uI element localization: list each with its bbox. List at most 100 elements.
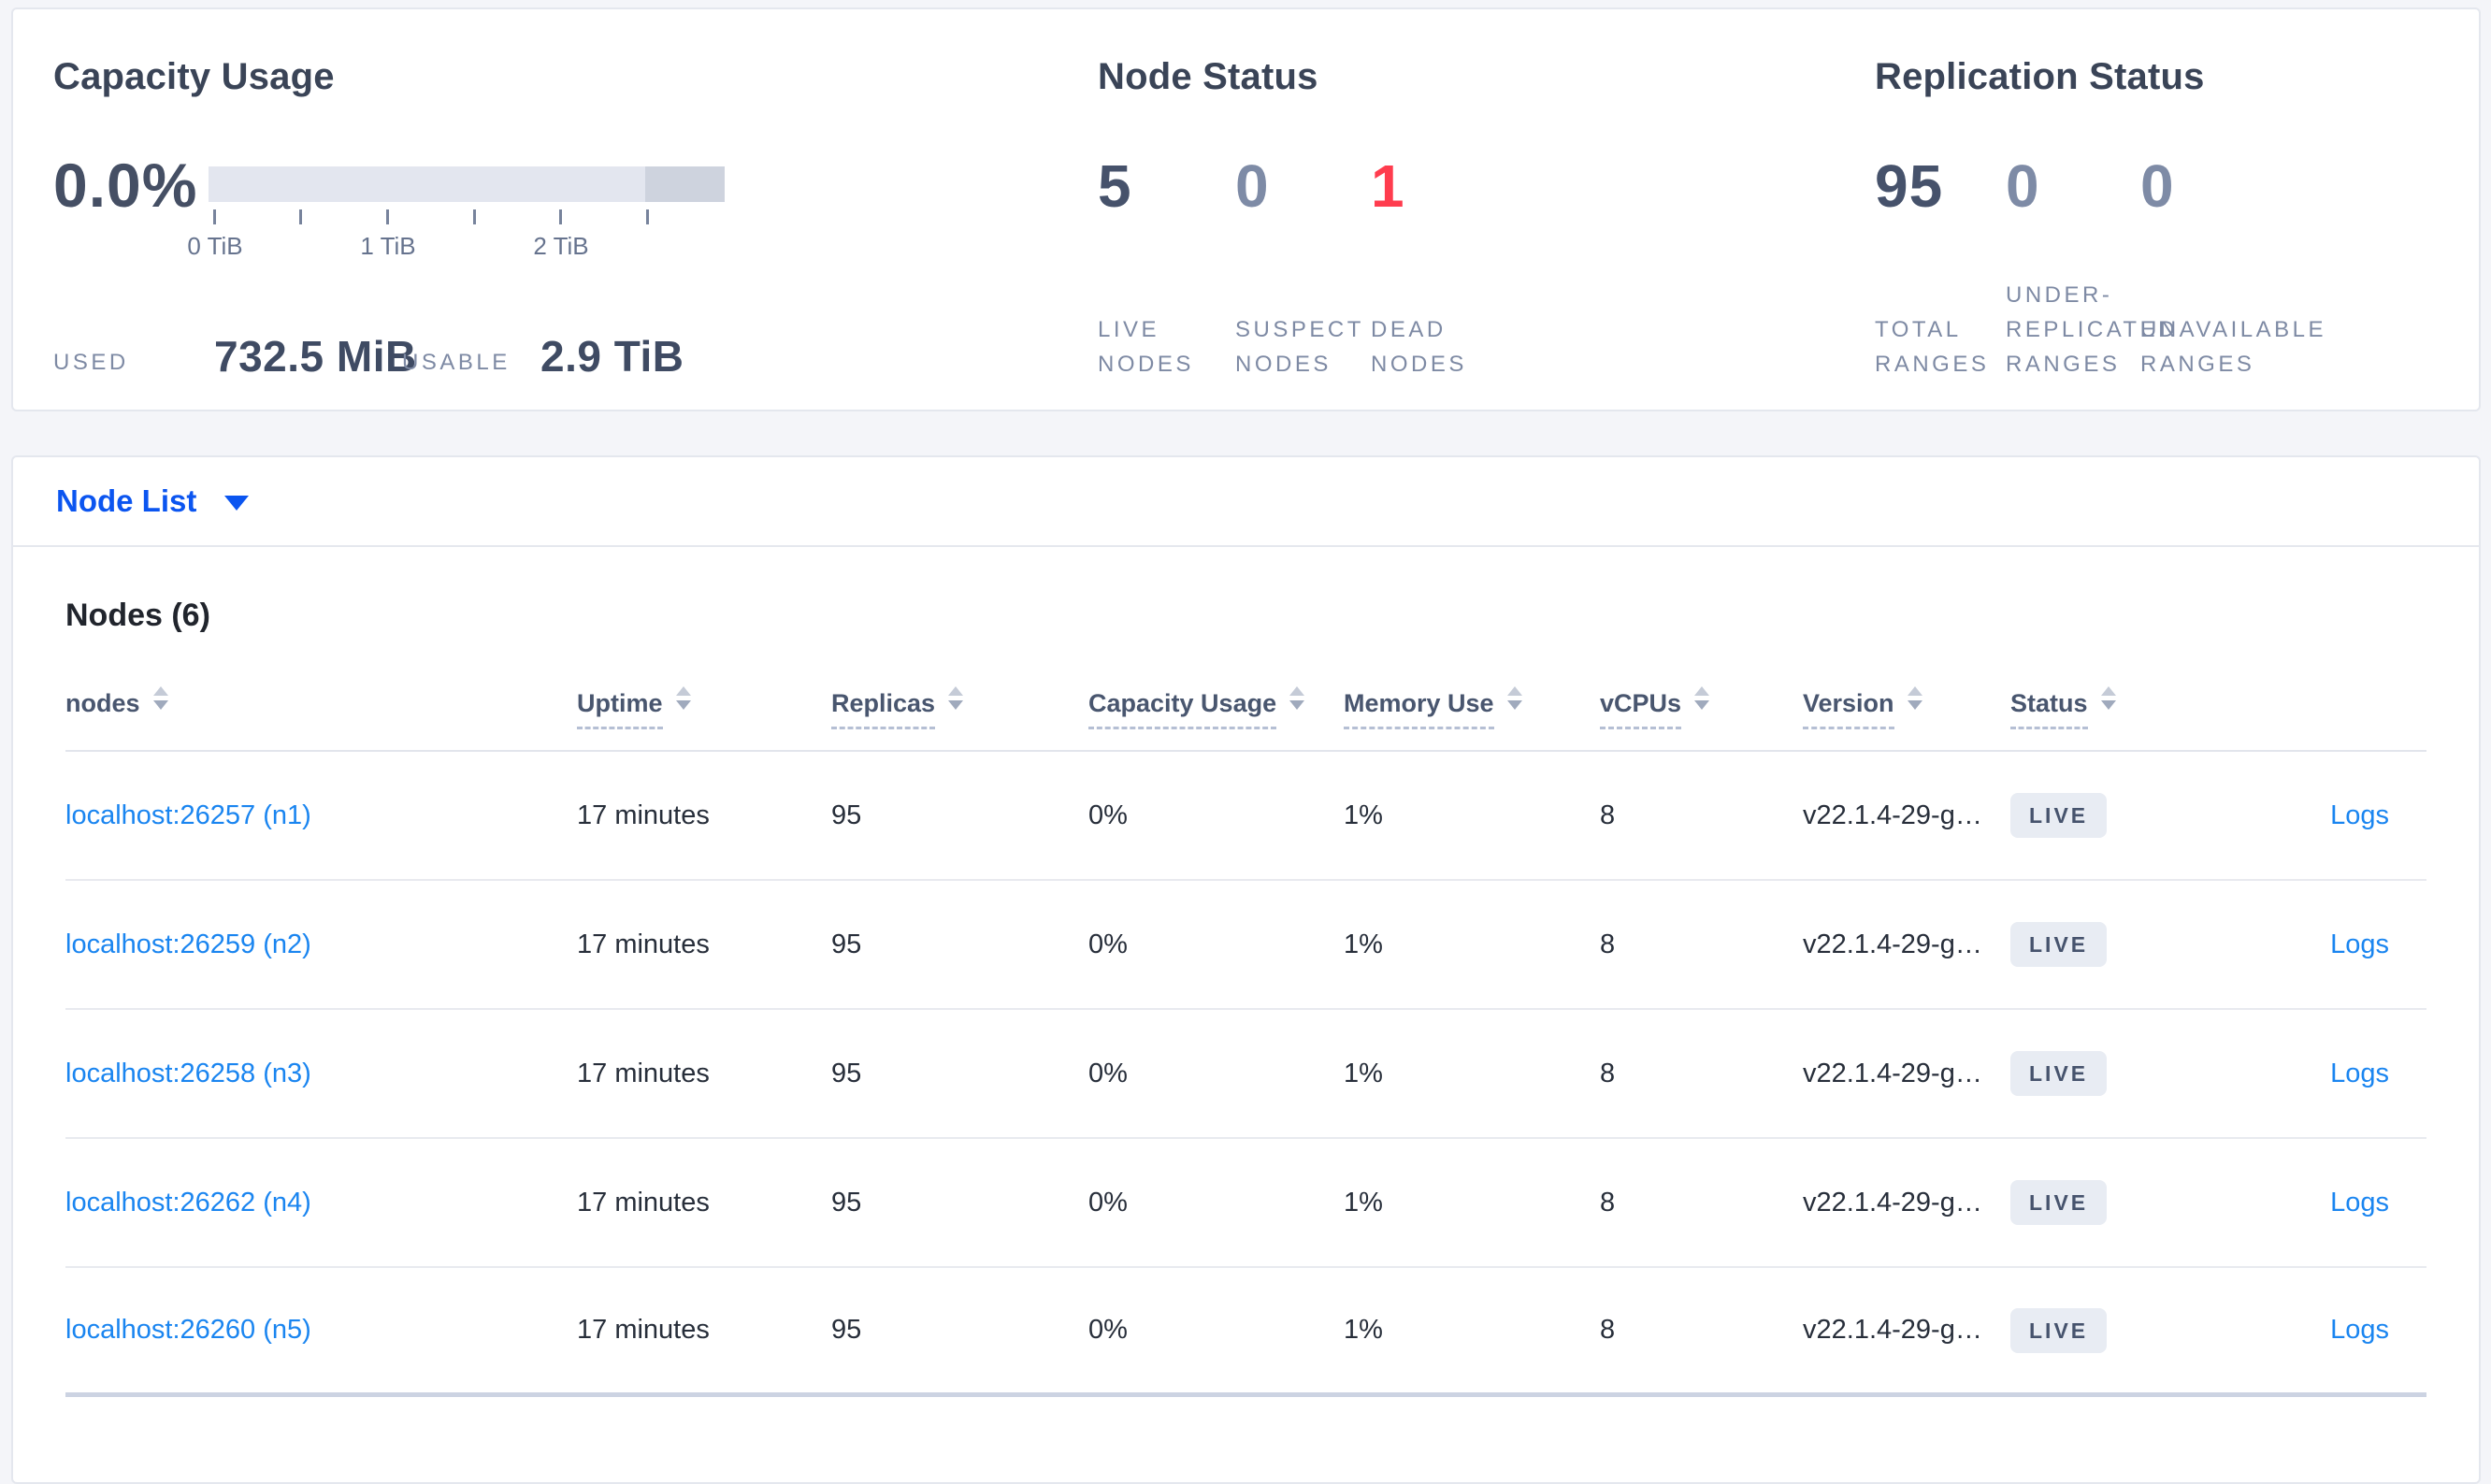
version-cell: v22.1.4-29-g… <box>1803 1187 1982 1217</box>
vcpus-cell: 8 <box>1600 1315 1616 1345</box>
sort-icon <box>152 686 168 710</box>
capacity-used-percent: 0.0% <box>53 151 198 220</box>
status-badge: LIVE <box>2010 1307 2108 1353</box>
axis-tick <box>213 209 216 224</box>
column-header-status[interactable]: Status <box>2010 686 2225 729</box>
logs-link[interactable]: Logs <box>2330 1188 2389 1217</box>
column-header-version[interactable]: Version <box>1803 686 2010 729</box>
sort-icon <box>1506 686 1522 710</box>
view-selector-bar: Node List <box>13 457 2479 547</box>
sort-icon <box>675 686 691 710</box>
capacity-cell: 0% <box>1088 800 1128 830</box>
column-header-capacity-usage[interactable]: Capacity Usage <box>1088 686 1344 729</box>
live-nodes-label: LIVE NODES <box>1098 317 1194 377</box>
logs-link[interactable]: Logs <box>2330 800 2389 830</box>
replicas-cell: 95 <box>831 929 862 959</box>
unavailable-ranges-stat: 0 UNAVAILABLE RANGES <box>2140 151 2365 382</box>
sort-icon <box>2100 686 2116 710</box>
uptime-cell: 17 minutes <box>577 929 710 959</box>
capacity-bar-dark-segment <box>645 166 725 202</box>
capacity-cell: 0% <box>1088 1058 1128 1088</box>
unavailable-ranges-label: UNAVAILABLE RANGES <box>2140 317 2327 377</box>
capacity-bar-track <box>209 166 725 202</box>
node-status-title: Node Status <box>1098 56 1318 97</box>
unavailable-ranges-value: 0 <box>2140 152 2175 220</box>
logs-link[interactable]: Logs <box>2330 929 2389 959</box>
usable-label: USABLE <box>402 350 511 375</box>
status-badge: LIVE <box>2010 793 2108 838</box>
vcpus-cell: 8 <box>1600 1187 1616 1217</box>
total-ranges-label: TOTAL RANGES <box>1875 317 1990 377</box>
uptime-cell: 17 minutes <box>577 800 710 830</box>
usable-value: 2.9 TiB <box>540 332 684 381</box>
column-header-nodes[interactable]: nodes <box>65 686 577 727</box>
used-value: 732.5 MiB <box>214 332 417 381</box>
axis-tick <box>646 209 649 224</box>
replicas-cell: 95 <box>831 1058 862 1088</box>
replicas-cell: 95 <box>831 800 862 830</box>
node-link[interactable]: localhost:26260 (n5) <box>65 1315 311 1345</box>
column-header-replicas[interactable]: Replicas <box>831 686 1088 729</box>
memory-cell: 1% <box>1344 1315 1383 1345</box>
table-row: localhost:26259 (n2) 17 minutes 95 0% 1%… <box>65 881 2426 1010</box>
memory-cell: 1% <box>1344 1058 1383 1088</box>
live-nodes-value: 5 <box>1098 152 1132 220</box>
replicas-cell: 95 <box>831 1315 862 1345</box>
node-link[interactable]: localhost:26262 (n4) <box>65 1188 311 1217</box>
nodes-table-header-row: nodes Uptime Replicas Capacity Usage Mem… <box>65 686 2426 752</box>
chevron-down-icon <box>224 496 250 511</box>
axis-tick-label: 2 TiB <box>533 232 589 260</box>
under-replicated-ranges-stat: 0 UNDER- REPLICATED RANGES <box>2006 151 2174 382</box>
dead-nodes-value: 1 <box>1371 152 1405 220</box>
column-header-uptime[interactable]: Uptime <box>577 686 831 729</box>
cluster-summary-card: Capacity Usage 0.0% 0 TiB 1 TiB 2 TiB US… <box>11 7 2481 411</box>
dead-nodes-stat: 1 DEAD NODES <box>1371 151 1577 382</box>
suspect-nodes-label: SUSPECT NODES <box>1235 317 1364 377</box>
logs-link[interactable]: Logs <box>2330 1059 2389 1088</box>
capacity-cell: 0% <box>1088 1315 1128 1345</box>
uptime-cell: 17 minutes <box>577 1315 710 1345</box>
vcpus-cell: 8 <box>1600 1058 1616 1088</box>
node-link[interactable]: localhost:26257 (n1) <box>65 800 311 830</box>
version-cell: v22.1.4-29-g… <box>1803 1058 1982 1088</box>
status-badge: LIVE <box>2010 1051 2108 1096</box>
live-nodes-stat: 5 LIVE NODES <box>1098 151 1235 382</box>
capacity-bar: 0 TiB 1 TiB 2 TiB <box>187 166 725 297</box>
capacity-usage-details: USED 732.5 MiB USABLE 2.9 TiB <box>53 331 764 383</box>
vcpus-cell: 8 <box>1600 800 1616 830</box>
logs-link[interactable]: Logs <box>2330 1315 2389 1345</box>
node-list-dropdown[interactable]: Node List <box>56 483 250 519</box>
total-ranges-stat: 95 TOTAL RANGES <box>1875 151 2006 382</box>
version-cell: v22.1.4-29-g… <box>1803 929 1982 959</box>
replication-status-title: Replication Status <box>1875 56 2205 97</box>
table-row: localhost:26258 (n3) 17 minutes 95 0% 1%… <box>65 1010 2426 1139</box>
suspect-nodes-stat: 0 SUSPECT NODES <box>1235 151 1371 382</box>
axis-tick-label: 0 TiB <box>187 232 243 260</box>
nodes-table-section: Nodes (6) nodes Uptime Replicas Capacity… <box>13 598 2479 1397</box>
axis-tick-label: 1 TiB <box>360 232 416 260</box>
uptime-cell: 17 minutes <box>577 1058 710 1088</box>
under-replicated-ranges-value: 0 <box>2006 152 2040 220</box>
node-link[interactable]: localhost:26259 (n2) <box>65 929 311 959</box>
axis-tick <box>299 209 302 224</box>
memory-cell: 1% <box>1344 929 1383 959</box>
memory-cell: 1% <box>1344 800 1383 830</box>
capacity-cell: 0% <box>1088 1187 1128 1217</box>
axis-tick <box>473 209 476 224</box>
sort-icon <box>948 686 964 710</box>
replicas-cell: 95 <box>831 1187 862 1217</box>
node-link[interactable]: localhost:26258 (n3) <box>65 1059 311 1088</box>
table-row: localhost:26257 (n1) 17 minutes 95 0% 1%… <box>65 752 2426 881</box>
used-label: USED <box>53 350 129 375</box>
suspect-nodes-value: 0 <box>1235 152 1270 220</box>
memory-cell: 1% <box>1344 1187 1383 1217</box>
sort-icon <box>1694 686 1710 710</box>
table-row: localhost:26262 (n4) 17 minutes 95 0% 1%… <box>65 1139 2426 1268</box>
sort-icon <box>1289 686 1305 710</box>
version-cell: v22.1.4-29-g… <box>1803 800 1982 830</box>
column-header-memory-use[interactable]: Memory Use <box>1344 686 1600 729</box>
column-header-vcpus[interactable]: vCPUs <box>1600 686 1803 729</box>
axis-tick <box>386 209 389 224</box>
capacity-cell: 0% <box>1088 929 1128 959</box>
version-cell: v22.1.4-29-g… <box>1803 1315 1982 1345</box>
